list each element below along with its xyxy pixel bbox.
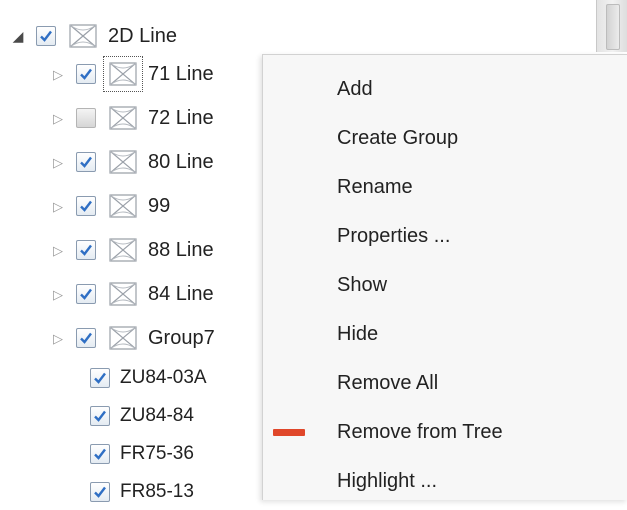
checkmark-icon (80, 332, 92, 344)
tree-layer-row[interactable]: ▷ 99 (50, 186, 170, 226)
tree-layer-label: 88 Line (148, 238, 214, 261)
layer-checkbox[interactable] (76, 64, 96, 84)
checkmark-icon (80, 200, 92, 212)
tree-layer-row[interactable]: ▷ 84 Line (50, 274, 214, 314)
layer-checkbox[interactable] (76, 240, 96, 260)
tree-layer-label: 72 Line (148, 106, 214, 129)
scrollbar-thumb[interactable] (606, 4, 620, 50)
tree-layer-label: 80 Line (148, 150, 214, 173)
menu-item-properties[interactable]: Properties ... (263, 214, 627, 258)
line-layer-icon (109, 194, 137, 218)
menu-item-label: Hide (337, 322, 379, 345)
tree-item-label: FR75-36 (120, 443, 194, 464)
layer-checkbox[interactable] (76, 108, 96, 128)
tree-item-label: FR85-13 (120, 481, 194, 502)
triangle-right-icon[interactable]: ▷ (50, 286, 66, 302)
menu-item-remove-all[interactable]: Remove All (263, 361, 627, 405)
menu-item-label: Add (337, 77, 373, 100)
line-layer-icon (109, 150, 137, 174)
triangle-right-icon[interactable]: ▷ (50, 110, 66, 126)
line-layer-icon (109, 106, 137, 130)
line-layer-icon (109, 326, 137, 350)
context-menu: Add Create Group Rename Properties ... Show H… (262, 54, 627, 500)
layer-checkbox[interactable] (76, 152, 96, 172)
menu-item-label: Properties ... (337, 224, 451, 247)
tree-root-row[interactable]: ◢ 2D Line (10, 16, 177, 56)
tree-layer-label: 71 Line (148, 62, 214, 85)
menu-item-rename[interactable]: Rename (263, 165, 627, 209)
triangle-down-icon[interactable]: ◢ (10, 28, 26, 44)
remove-icon (273, 429, 305, 436)
menu-item-label: Highlight ... (337, 469, 438, 492)
menu-item-label: Remove All (337, 371, 439, 394)
checkmark-icon (80, 68, 92, 80)
tree-layer-row[interactable]: ▷ 71 Line (50, 54, 214, 94)
checkmark-icon (40, 30, 52, 42)
triangle-right-icon[interactable]: ▷ (50, 66, 66, 82)
item-checkbox[interactable] (90, 368, 110, 388)
menu-item-show[interactable]: Show (263, 263, 627, 307)
line-layer-icon (109, 238, 137, 262)
menu-item-label: Show (337, 273, 388, 296)
layer-checkbox[interactable] (76, 284, 96, 304)
layer-checkbox[interactable] (76, 196, 96, 216)
line-layer-icon (103, 56, 143, 92)
checkmark-icon (80, 244, 92, 256)
checkmark-icon (94, 448, 106, 460)
checkmark-icon (80, 288, 92, 300)
menu-item-create-group[interactable]: Create Group (263, 116, 627, 160)
menu-item-label: Rename (337, 175, 413, 198)
tree-item-row[interactable]: ZU84-84 (90, 398, 194, 434)
checkmark-icon (80, 156, 92, 168)
item-checkbox[interactable] (90, 406, 110, 426)
tree-root-label: 2D Line (108, 24, 177, 47)
layer-checkbox[interactable] (76, 328, 96, 348)
checkmark-icon (94, 410, 106, 422)
menu-item-add[interactable]: Add (263, 67, 627, 111)
tree-layer-row[interactable]: ▷ 72 Line (50, 98, 214, 138)
tree-layer-row[interactable]: ▷ Group7 (50, 318, 215, 358)
item-checkbox[interactable] (90, 444, 110, 464)
line-layer-icon (69, 24, 97, 48)
menu-item-remove-from-tree[interactable]: Remove from Tree (263, 410, 627, 454)
tree-item-row[interactable]: ZU84-03A (90, 360, 207, 396)
triangle-right-icon[interactable]: ▷ (50, 154, 66, 170)
triangle-right-icon[interactable]: ▷ (50, 198, 66, 214)
tree-layer-row[interactable]: ▷ 88 Line (50, 230, 214, 270)
tree-layer-label: 99 (148, 194, 171, 217)
vertical-scrollbar[interactable] (596, 0, 627, 52)
triangle-right-icon[interactable]: ▷ (50, 242, 66, 258)
triangle-right-icon[interactable]: ▷ (50, 330, 66, 346)
tree-item-label: ZU84-03A (120, 367, 207, 388)
tree-item-row[interactable]: FR75-36 (90, 436, 194, 472)
menu-item-label: Create Group (337, 126, 459, 149)
menu-item-highlight[interactable]: Highlight ... (263, 459, 627, 503)
tree-layer-row[interactable]: ▷ 80 Line (50, 142, 214, 182)
checkmark-icon (94, 372, 106, 384)
menu-item-hide[interactable]: Hide (263, 312, 627, 356)
tree-item-label: ZU84-84 (120, 405, 194, 426)
tree-layer-label: 84 Line (148, 282, 214, 305)
checkmark-icon (94, 486, 106, 498)
item-checkbox[interactable] (90, 482, 110, 502)
tree-item-row[interactable]: FR85-13 (90, 474, 194, 510)
line-layer-icon (109, 282, 137, 306)
menu-item-label: Remove from Tree (337, 420, 503, 443)
root-checkbox[interactable] (36, 26, 56, 46)
tree-layer-label: Group7 (148, 326, 215, 349)
